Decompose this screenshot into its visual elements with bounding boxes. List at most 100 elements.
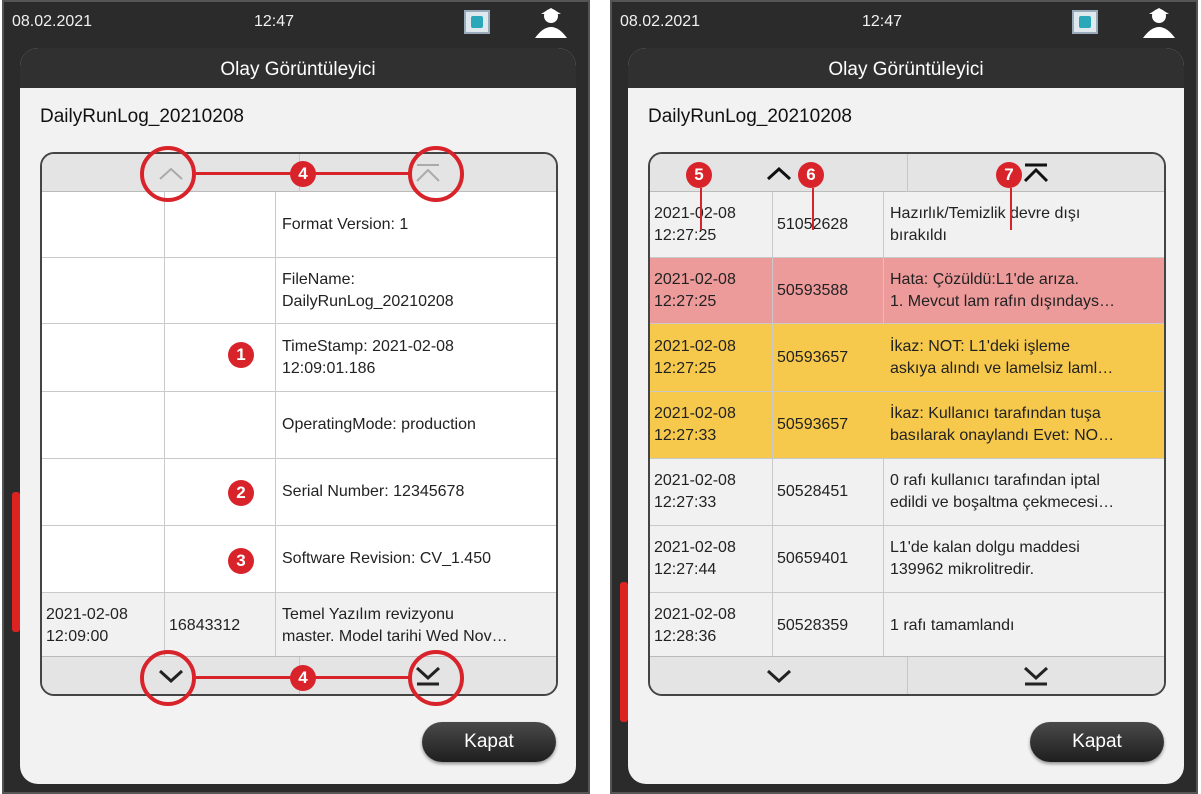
scroll-top-button[interactable] — [907, 154, 1164, 192]
annotation-callout: 6 — [798, 162, 824, 188]
table-row[interactable]: 2021-02-08 12:27:33 50528451 0 rafı kulla… — [650, 459, 1164, 526]
scroll-bottom-button[interactable] — [907, 657, 1164, 694]
message-cell: Format Version: 1 — [282, 215, 409, 233]
nav-bar-bottom — [650, 656, 1164, 694]
event-rows: 2021-02-0812:27:25 51052628 Hazırlık/Tem… — [650, 192, 1164, 660]
chevron-up-icon — [766, 166, 791, 181]
annotation-ring — [140, 146, 196, 202]
nav-bar-top — [650, 154, 1164, 192]
message-cell: İkaz: NOT: L1'deki işleme askıya alındı v… — [890, 337, 1114, 377]
event-id-cell — [165, 392, 276, 458]
date-cell — [42, 459, 165, 525]
scroll-to-bottom-icon — [1023, 666, 1049, 686]
table-row[interactable]: 2021-02-08 12:27:44 50659401 L1'de kalan … — [650, 526, 1164, 593]
status-date: 08.02.2021 — [12, 13, 93, 30]
status-date: 08.02.2021 — [620, 13, 701, 30]
event-id-cell: 50528359 — [773, 593, 884, 659]
date-cell: 2021-02-08 12:27:33 — [650, 459, 773, 525]
date-cell — [42, 324, 165, 391]
message-cell: L1'de kalan dolgu maddesi 139962 mikrolit… — [890, 539, 1080, 578]
date-cell: 2021-02-08 12:28:36 — [650, 593, 773, 659]
event-id-cell: 50593657 — [773, 324, 884, 391]
message-cell: FileName: DailyRunLog_20210208 — [282, 270, 454, 310]
message-cell: 0 rafı kullanıcı tarafından iptal edildi … — [890, 472, 1115, 511]
status-bar: 08.02.2021 12:47 — [4, 2, 588, 42]
event-id-cell — [165, 459, 276, 525]
event-id-cell: 50528451 — [773, 459, 884, 525]
log-file-name: DailyRunLog_20210208 — [40, 106, 244, 127]
date-cell — [42, 526, 165, 592]
scroll-to-top-icon — [1023, 163, 1049, 183]
status-bar: 08.02.2021 12:47 — [612, 2, 1196, 42]
message-cell: Hata: Çözüldü:L1'de arıza. 1. Mevcut lam … — [890, 270, 1115, 310]
message-cell: Serial Number: 12345678 — [282, 483, 465, 500]
message-cell: 1 rafı tamamlandı — [890, 617, 1015, 634]
annotation-callout: 7 — [996, 162, 1022, 188]
event-table: 2021-02-0812:27:25 51052628 Hazırlık/Tem… — [648, 152, 1166, 696]
table-row[interactable]: Format Version: 1 — [42, 192, 556, 258]
event-id-cell: 50659401 — [773, 526, 884, 592]
user-icon[interactable] — [1139, 6, 1179, 38]
table-row[interactable]: Software Revision: CV_1.450 — [42, 526, 556, 593]
event-viewer-dialog: Olay Görüntüleyici DailyRunLog_20210208 … — [628, 48, 1184, 784]
left-screen: 08.02.2021 12:47 Olay Görüntüleyici Dail… — [2, 0, 590, 794]
message-cell: Temel Yazılım revizyonu master. Model tar… — [282, 606, 508, 645]
table-row[interactable]: TimeStamp: 2021-02-08 12:09:01.186 — [42, 324, 556, 392]
annotation-line — [812, 188, 814, 230]
date-cell — [42, 392, 165, 458]
table-row-warning[interactable]: 2021-02-08 12:27:33 50593657 İkaz: Kullan… — [650, 392, 1164, 459]
annotation-callout: 4 — [290, 665, 316, 691]
table-row-warning[interactable]: 2021-02-08 12:27:25 50593657 İkaz: NOT: L… — [650, 324, 1164, 392]
table-row[interactable]: Serial Number: 12345678 — [42, 459, 556, 526]
event-table: Format Version: 1 FileName: DailyRunLog_2… — [40, 152, 558, 696]
annotation-callout: 2 — [228, 480, 254, 506]
close-button[interactable]: Kapat — [422, 722, 556, 762]
table-row[interactable]: 2021-02-08 12:28:36 50528359 1 rafı tamam… — [650, 593, 1164, 660]
right-screen: 08.02.2021 12:47 Olay Görüntüleyici Dail… — [610, 0, 1198, 794]
date-cell: 2021-02-08 12:27:33 — [650, 392, 773, 458]
event-id-cell: 16843312 — [165, 593, 276, 659]
side-tab-indicator — [12, 492, 20, 632]
annotation-ring — [408, 146, 464, 202]
status-time: 12:47 — [862, 13, 903, 30]
annotation-line — [1010, 188, 1012, 230]
annotation-callout: 3 — [228, 548, 254, 574]
event-id-cell: 50593588 — [773, 258, 884, 323]
event-rows: Format Version: 1 FileName: DailyRunLog_2… — [42, 192, 556, 660]
date-cell: 2021-02-08 12:27:25 — [650, 192, 773, 257]
table-row-error[interactable]: 2021-02-08 12:27:25 50593588 Hata: Çözüld… — [650, 258, 1164, 324]
log-file-name: DailyRunLog_20210208 — [648, 106, 852, 127]
event-id-cell — [165, 324, 276, 391]
annotation-callout: 4 — [290, 161, 316, 187]
annotation-line — [700, 188, 702, 230]
date-cell: 2021-02-08 12:27:25 — [650, 324, 773, 391]
annotation-callout: 5 — [686, 162, 712, 188]
message-cell: TimeStamp: 2021-02-08 12:09:01.186 — [282, 337, 454, 377]
event-id-cell — [165, 526, 276, 592]
table-row[interactable]: 2021-02-08 12:09:00 16843312 Temel Yazılı… — [42, 593, 556, 660]
status-time: 12:47 — [254, 13, 295, 30]
user-icon[interactable] — [531, 6, 571, 38]
message-cell: Hazırlık/Temizlik devre dışı bırakıldı — [890, 204, 1081, 244]
date-cell — [42, 258, 165, 323]
dialog-title: Olay Görüntüleyici — [20, 48, 576, 88]
side-tab-indicator — [620, 582, 628, 722]
cooling-status-icon[interactable] — [1072, 10, 1098, 34]
event-id-cell: 50593657 — [773, 392, 884, 458]
date-cell: 2021-02-08 12:09:00 — [42, 593, 165, 659]
table-row[interactable]: 2021-02-0812:27:25 51052628 Hazırlık/Tem… — [650, 192, 1164, 258]
close-button[interactable]: Kapat — [1030, 722, 1164, 762]
table-row[interactable]: FileName: DailyRunLog_20210208 — [42, 258, 556, 324]
date-cell — [42, 192, 165, 257]
annotation-ring — [408, 650, 464, 706]
event-id-cell — [165, 258, 276, 323]
cooling-status-icon[interactable] — [464, 10, 490, 34]
annotation-callout: 1 — [228, 342, 254, 368]
dialog-title: Olay Görüntüleyici — [628, 48, 1184, 88]
event-id-cell: 51052628 — [773, 192, 884, 257]
date-cell: 2021-02-08 12:27:44 — [650, 526, 773, 592]
message-cell: İkaz: Kullanıcı tarafından tuşa basılarak… — [890, 405, 1115, 444]
message-cell: OperatingMode: production — [282, 416, 476, 433]
table-row[interactable]: OperatingMode: production — [42, 392, 556, 459]
scroll-down-button[interactable] — [650, 657, 907, 694]
